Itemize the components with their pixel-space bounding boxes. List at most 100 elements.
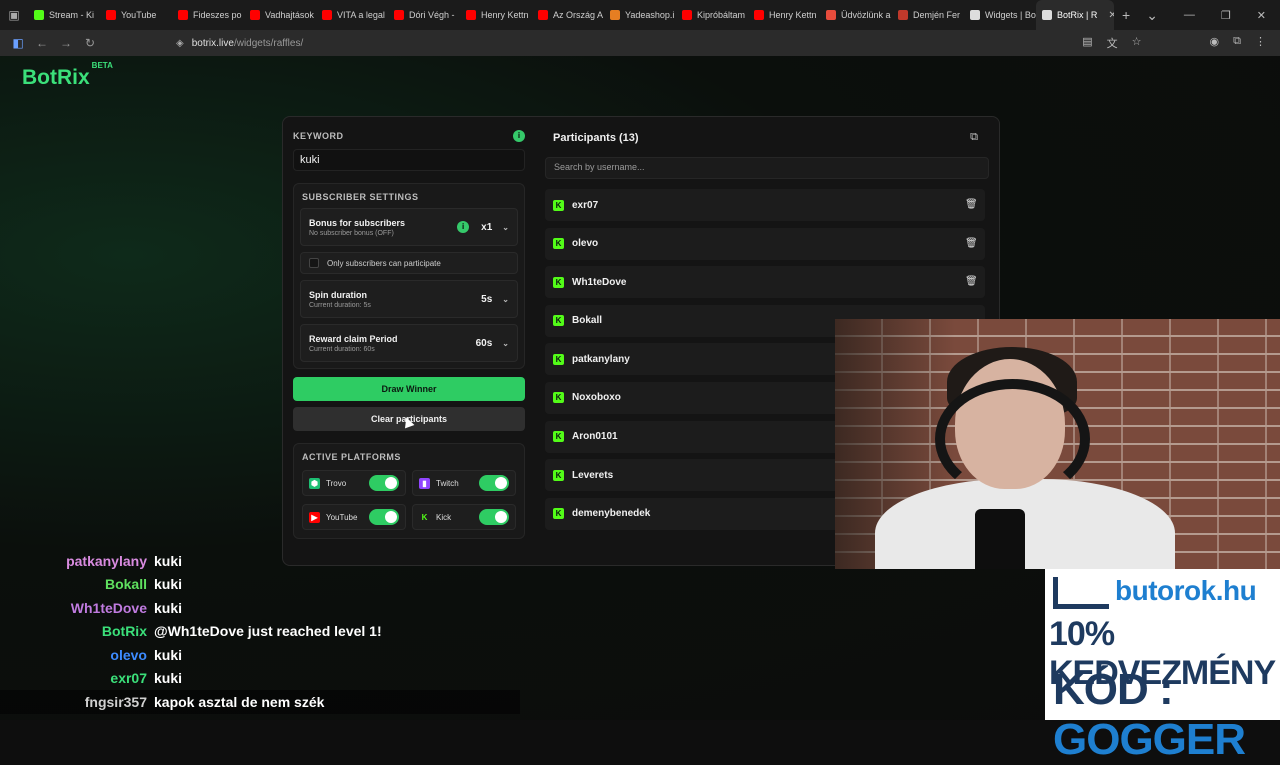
translate-icon[interactable]: 文 — [1107, 35, 1118, 51]
browser-tab[interactable]: VITA a legal — [316, 0, 388, 30]
sidebar-toggle-icon[interactable]: ◧ — [6, 36, 30, 50]
browser-tab[interactable]: YouTube — [100, 0, 172, 30]
tab-label: Vadhajtások — [265, 10, 314, 20]
url-path: /widgets/raffles/ — [233, 37, 304, 49]
reload-icon[interactable]: ↻ — [78, 36, 102, 50]
chat-text: kuki — [154, 646, 183, 663]
platform-kick: K Kick — [412, 504, 516, 530]
delete-icon[interactable]: 🗑 — [965, 238, 978, 250]
platform-grid: ⬢ Trovo ▮ Twitch ▶ YouTube K Kick — [300, 468, 518, 532]
tab-label: Az Ország A — [553, 10, 604, 20]
tab-label: Henry Kettn — [769, 10, 817, 20]
browser-tab[interactable]: Kipróbáltam — [676, 0, 748, 30]
browser-tab[interactable]: Üdvözlünk a — [820, 0, 892, 30]
platform-name: Kick — [436, 512, 452, 522]
clear-participants-button[interactable]: Clear participants — [293, 407, 525, 431]
reward-period-select[interactable]: 60s ⌄ — [476, 338, 509, 349]
url-host: botrix.live — [191, 37, 234, 49]
platform-twitch: ▮ Twitch — [412, 470, 516, 496]
minimize-icon[interactable]: — — [1184, 9, 1195, 22]
chevron-down-icon: ⌄ — [502, 222, 509, 232]
participants-title: Participants (13) — [553, 132, 639, 144]
maximize-icon[interactable]: ❐ — [1221, 9, 1231, 22]
platform-name: YouTube — [326, 512, 358, 522]
bonus-multiplier-select[interactable]: x1 ⌄ — [481, 222, 509, 233]
url-field[interactable]: ◈ botrix.live/widgets/raffles/ — [176, 38, 303, 49]
tab-favicon-icon — [466, 10, 476, 20]
close-window-icon[interactable]: ✕ — [1257, 9, 1266, 22]
extensions-icon[interactable]: ⧉ — [1233, 35, 1241, 51]
bonus-setting: Bonus for subscribers No subscriber bonu… — [300, 208, 518, 246]
tab-list-icon[interactable]: ⌄ — [1138, 7, 1166, 24]
bonus-info-icon[interactable]: i — [457, 221, 470, 233]
browser-tab[interactable]: Fideszes po — [172, 0, 244, 30]
reward-period-setting: Reward claim Period Current duration: 60… — [300, 324, 518, 362]
ad-code: KÓD : GOGGER — [1053, 665, 1280, 765]
tab-strip: Stream - Ki YouTube Fideszes po Vadhajtások… — [28, 0, 1114, 30]
menu-icon[interactable]: ⋮ — [1255, 35, 1266, 51]
kick-icon: K — [553, 315, 564, 327]
bonus-multiplier-value: x1 — [481, 221, 493, 233]
chat-text: kuki — [154, 552, 183, 569]
reward-period-value: 60s — [475, 337, 493, 349]
tab-favicon-icon — [970, 10, 980, 20]
platform-toggle[interactable] — [479, 509, 509, 525]
chat-text: kapok asztal de nem szék — [154, 693, 325, 710]
active-platforms: ACTIVE PLATFORMS ⬢ Trovo ▮ Twitch ▶ YouTube K K… — [293, 443, 525, 539]
browser-tab[interactable]: Widgets | Bo — [964, 0, 1036, 30]
delete-icon[interactable]: 🗑 — [965, 276, 978, 288]
tab-actions-icon[interactable]: ▣ — [0, 8, 28, 22]
browser-tab[interactable]: Demjén Fer — [892, 0, 964, 30]
browser-tab[interactable]: Stream - Ki — [28, 0, 100, 30]
browser-tab[interactable]: Henry Kettn — [748, 0, 820, 30]
participant-search-input[interactable]: Search by username... — [545, 157, 989, 179]
platform-toggle[interactable] — [479, 475, 509, 491]
ad-code-value: GOGGER — [1053, 715, 1246, 764]
draw-winner-button[interactable]: Draw Winner — [293, 377, 525, 401]
copy-icon[interactable]: ⧉ — [967, 131, 981, 145]
platform-trovo: ⬢ Trovo — [302, 470, 406, 496]
platform-toggle[interactable] — [369, 509, 399, 525]
kick-icon: K — [553, 508, 564, 520]
delete-icon[interactable]: 🗑 — [965, 199, 978, 211]
tab-label: Dóri Végh - — [409, 10, 455, 20]
chat-message: BotRix @Wh1teDove just reached level 1! — [0, 620, 520, 644]
site-info-icon[interactable]: ◈ — [176, 38, 184, 49]
kick-icon: K — [421, 512, 428, 522]
participant-username: exr07 — [572, 199, 599, 211]
kick-icon: K — [553, 238, 564, 250]
browser-tab[interactable]: Dóri Végh - — [388, 0, 460, 30]
platform-toggle[interactable] — [369, 475, 399, 491]
tab-favicon-icon — [394, 10, 404, 20]
platform-name: Trovo — [326, 478, 347, 488]
forward-icon[interactable]: → — [54, 36, 78, 50]
tab-favicon-icon — [178, 10, 188, 20]
browser-tab[interactable]: Yadeashop.i — [604, 0, 676, 30]
browser-tab[interactable]: Az Ország A — [532, 0, 604, 30]
profile-icon[interactable]: ◉ — [1210, 35, 1220, 51]
chevron-down-icon: ⌄ — [502, 338, 509, 348]
kick-icon: K — [553, 353, 564, 365]
platform-youtube: ▶ YouTube — [302, 504, 406, 530]
only-subscribers-option[interactable]: Only subscribers can participate — [300, 252, 518, 274]
favorite-star-icon[interactable]: ☆ — [1132, 35, 1142, 51]
back-icon[interactable]: ← — [30, 36, 54, 50]
browser-tab[interactable]: Henry Kettn — [460, 0, 532, 30]
tab-label: Üdvözlünk a — [841, 10, 891, 20]
tab-favicon-icon — [34, 10, 44, 20]
keyword-input[interactable]: kuki — [293, 149, 525, 171]
spin-duration-select[interactable]: 5s ⌄ — [481, 294, 509, 305]
chat-username: Wh1teDove — [70, 599, 147, 616]
only-subscribers-checkbox[interactable] — [309, 258, 319, 268]
tab-favicon-icon — [610, 10, 620, 20]
botrix-logo[interactable]: BotRixBETA — [22, 61, 113, 90]
trovo-icon: ⬢ — [309, 477, 320, 489]
keyword-label: KEYWORD — [293, 131, 344, 141]
new-tab-icon[interactable]: + — [1114, 7, 1138, 23]
keyword-info-icon[interactable]: i — [513, 130, 525, 142]
chat-username: BotRix — [101, 623, 147, 640]
browser-tab[interactable]: Vadhajtások — [244, 0, 316, 30]
tab-label: Demjén Fer — [913, 10, 961, 20]
browser-tab[interactable]: BotRix | R ✕ — [1036, 0, 1114, 30]
reader-mode-icon[interactable]: ▤ — [1082, 35, 1092, 51]
